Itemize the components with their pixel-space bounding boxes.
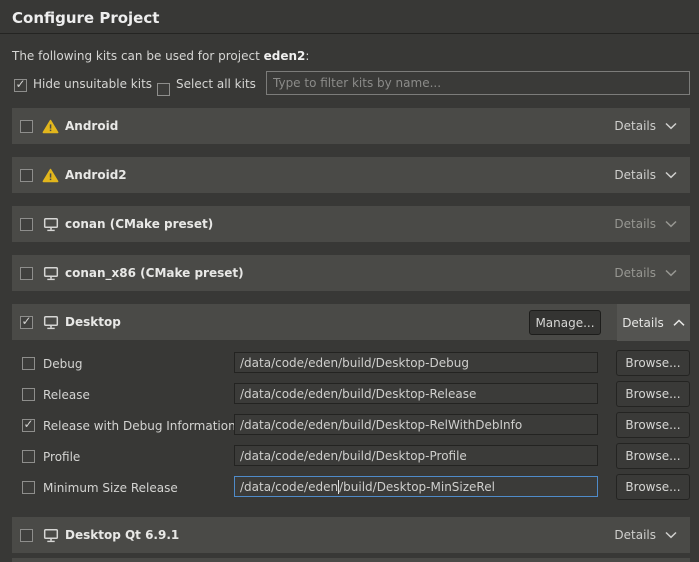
select-all-checkbox[interactable] — [157, 77, 170, 96]
kit-checkbox[interactable] — [20, 529, 33, 542]
kit-name: Android2 — [65, 168, 127, 182]
manage-button[interactable]: Manage... — [529, 310, 601, 335]
config-label: Profile — [43, 450, 80, 464]
monitor-icon — [42, 217, 59, 232]
config-row-relwithdebinfo: ✓ Release with Debug Information Browse.… — [12, 410, 690, 441]
details-label: Details — [622, 316, 664, 330]
build-dir-input-relwithdebinfo[interactable] — [234, 414, 598, 435]
kit-checkbox[interactable] — [20, 218, 33, 231]
details-label: Details — [614, 217, 656, 231]
warning-icon — [42, 168, 59, 183]
build-dir-input-debug[interactable] — [234, 352, 598, 373]
config-checkbox[interactable] — [22, 357, 35, 370]
kit-name: Android — [65, 119, 118, 133]
kit-name: conan_x86 (CMake preset) — [65, 266, 244, 280]
config-checkbox[interactable] — [22, 388, 35, 401]
browse-button[interactable]: Browse... — [616, 412, 690, 438]
details-toggle[interactable]: Details — [614, 255, 677, 291]
path-text-before-caret: /data/code/eden — [240, 480, 338, 494]
kit-row-conan: conan (CMake preset) Details — [12, 206, 690, 242]
config-checkbox[interactable] — [22, 481, 35, 494]
path-text-after-caret: /build/Desktop-MinSizeRel — [339, 480, 495, 494]
build-dir-input-release[interactable] — [234, 383, 598, 404]
monitor-icon — [42, 315, 59, 330]
browse-button[interactable]: Browse... — [616, 350, 690, 376]
config-label: Release — [43, 388, 90, 402]
config-row-profile: Profile Browse... — [12, 441, 690, 472]
chevron-down-icon — [665, 220, 677, 228]
warning-icon — [42, 119, 59, 134]
config-checkbox[interactable]: ✓ — [22, 419, 35, 432]
chevron-down-icon — [665, 531, 677, 539]
config-label: Debug — [43, 357, 82, 371]
config-row-debug: Debug Browse... — [12, 348, 690, 379]
monitor-icon — [42, 528, 59, 543]
checkmark-icon: ✓ — [15, 78, 25, 91]
build-dir-input-profile[interactable] — [234, 445, 598, 466]
config-row-release: Release Browse... — [12, 379, 690, 410]
config-checkbox[interactable] — [22, 450, 35, 463]
kit-row-android2: Android2 Details — [12, 157, 690, 193]
kit-checkbox[interactable] — [20, 120, 33, 133]
browse-button[interactable]: Browse... — [616, 381, 690, 407]
chevron-down-icon — [665, 269, 677, 277]
details-toggle[interactable]: Details — [614, 157, 677, 193]
kit-checkbox[interactable] — [20, 267, 33, 280]
kit-checkbox[interactable] — [20, 169, 33, 182]
kit-name: Desktop Qt 6.9.1 — [65, 528, 179, 542]
monitor-icon — [42, 266, 59, 281]
kit-name: Desktop — [65, 315, 121, 329]
details-label: Details — [614, 168, 656, 182]
details-label: Details — [614, 119, 656, 133]
kit-row-desktop: ✓ Desktop Manage... Details — [12, 304, 690, 340]
details-toggle-expanded[interactable]: Details — [617, 304, 690, 341]
browse-button[interactable]: Browse... — [616, 474, 690, 500]
kit-checkbox[interactable]: ✓ — [20, 316, 33, 329]
intro-text: The following kits can be used for proje… — [12, 49, 309, 63]
checkmark-icon: ✓ — [21, 315, 31, 328]
browse-button[interactable]: Browse... — [616, 443, 690, 469]
details-label: Details — [614, 266, 656, 280]
chevron-up-icon — [673, 319, 685, 327]
details-toggle[interactable]: Details — [614, 517, 677, 553]
chevron-down-icon — [665, 122, 677, 130]
select-all-label: Select all kits — [176, 77, 256, 91]
hide-unsuitable-checkbox[interactable]: ✓ — [14, 77, 27, 92]
intro-suffix: : — [305, 49, 309, 63]
build-dir-input-minsizerel[interactable]: /data/code/eden/build/Desktop-MinSizeRel — [234, 476, 598, 497]
kit-name: conan (CMake preset) — [65, 217, 213, 231]
title-divider — [0, 33, 699, 34]
intro-prefix: The following kits can be used for proje… — [12, 49, 264, 63]
checkmark-icon: ✓ — [23, 418, 33, 431]
config-label: Release with Debug Information — [43, 419, 236, 433]
page-title: Configure Project — [12, 9, 159, 27]
next-kit-row-partial — [12, 558, 690, 562]
details-toggle[interactable]: Details — [614, 206, 677, 242]
chevron-down-icon — [665, 171, 677, 179]
project-name: eden2 — [264, 49, 306, 63]
config-label: Minimum Size Release — [43, 481, 178, 495]
kit-row-desktop-qt: Desktop Qt 6.9.1 Details — [12, 517, 690, 553]
hide-unsuitable-label: Hide unsuitable kits — [33, 77, 152, 91]
kit-row-conan-x86: conan_x86 (CMake preset) Details — [12, 255, 690, 291]
configure-project-page: Configure Project The following kits can… — [0, 0, 699, 562]
kit-filter-input[interactable] — [266, 71, 690, 95]
details-toggle[interactable]: Details — [614, 108, 677, 144]
kit-row-android: Android Details — [12, 108, 690, 144]
details-label: Details — [614, 528, 656, 542]
config-row-minsizerel: Minimum Size Release /data/code/eden/bui… — [12, 472, 690, 503]
